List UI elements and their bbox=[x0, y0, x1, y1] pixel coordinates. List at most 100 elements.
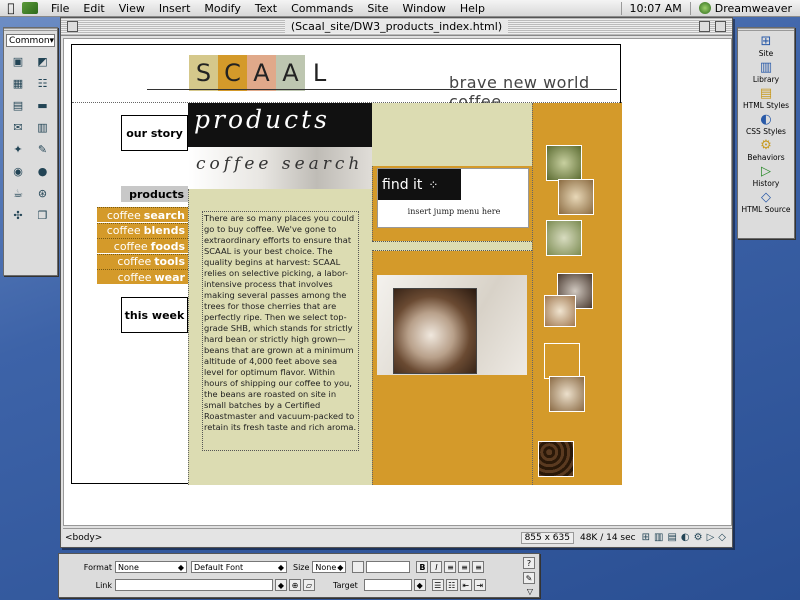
body-copy[interactable]: There are so many places you could go to… bbox=[202, 211, 359, 451]
expand-arrow-icon[interactable]: ▽ bbox=[527, 587, 533, 596]
browse-folder-icon[interactable]: ▱ bbox=[303, 579, 315, 591]
insert-server-side-include-icon[interactable]: ❐ bbox=[32, 206, 54, 225]
close-box-icon[interactable] bbox=[67, 21, 78, 32]
subnav-coffee-wear[interactable]: coffee wear bbox=[97, 269, 188, 284]
italic-icon[interactable]: I bbox=[430, 561, 443, 573]
menu-commands[interactable]: Commands bbox=[284, 2, 360, 15]
nav-this-week-button[interactable]: this week bbox=[121, 297, 188, 333]
coffee-beans-thumbnail[interactable] bbox=[538, 441, 574, 477]
insert-email-link-icon[interactable]: ✉ bbox=[7, 118, 29, 137]
tag-selector[interactable]: <body> bbox=[65, 533, 102, 543]
color-field[interactable] bbox=[366, 561, 411, 573]
launcher-titlebar[interactable] bbox=[738, 28, 794, 32]
espresso-thumbnail[interactable] bbox=[549, 376, 585, 412]
launcher-site[interactable]: ⊞ Site bbox=[738, 35, 794, 59]
insert-fireworks-icon[interactable]: ● bbox=[32, 162, 54, 181]
target-field[interactable] bbox=[363, 579, 412, 591]
indent-icon[interactable]: ⇥ bbox=[473, 579, 486, 591]
subnav-coffee-foods[interactable]: coffee foods bbox=[97, 238, 188, 253]
menu-view[interactable]: View bbox=[112, 2, 152, 15]
coffee-plant-thumbnail[interactable] bbox=[546, 220, 582, 256]
behaviors-icon[interactable]: ⚙ bbox=[694, 532, 703, 543]
coffee-cup-photo[interactable] bbox=[393, 288, 477, 374]
menu-file[interactable]: File bbox=[44, 2, 76, 15]
launcher-history[interactable]: ▷ History bbox=[738, 165, 794, 189]
html-source-icon: ◇ bbox=[761, 190, 771, 205]
menu-window[interactable]: Window bbox=[396, 2, 453, 15]
target-dropdown-icon[interactable]: ◆ bbox=[413, 579, 426, 591]
insert-image-icon[interactable]: ▣ bbox=[7, 52, 29, 71]
format-select[interactable]: None ◆ bbox=[115, 561, 187, 573]
insert-shockwave-icon[interactable]: ◉ bbox=[7, 162, 29, 181]
products-title: products bbox=[194, 105, 330, 134]
quick-tag-editor-icon[interactable]: ✎ bbox=[523, 572, 535, 584]
zoom-box-icon[interactable] bbox=[699, 21, 710, 32]
insert-table-icon[interactable]: ▦ bbox=[7, 74, 29, 93]
nav-our-story-button[interactable]: our story bbox=[121, 115, 188, 151]
subnav-coffee-tools[interactable]: coffee tools bbox=[97, 253, 188, 269]
insert-plugin-icon[interactable]: ✣ bbox=[7, 206, 29, 225]
align-left-icon[interactable]: ≡ bbox=[444, 561, 457, 573]
coffee-leaves-thumbnail[interactable] bbox=[546, 145, 582, 181]
history-icon[interactable]: ▷ bbox=[707, 532, 715, 543]
html-styles-icon[interactable]: ▤ bbox=[667, 532, 676, 543]
site-icon[interactable]: ⊞ bbox=[642, 532, 650, 543]
subnav-coffee-blends[interactable]: coffee blends bbox=[97, 222, 188, 238]
point-to-file-icon[interactable]: ⊕ bbox=[289, 579, 301, 591]
menu-help[interactable]: Help bbox=[453, 2, 492, 15]
launcher-behaviors[interactable]: ⚙ Behaviors bbox=[738, 139, 794, 163]
menubar-clock[interactable]: 10:07 AM bbox=[620, 1, 690, 15]
html-source-icon[interactable]: ◇ bbox=[718, 532, 726, 543]
scaal-logo[interactable]: S C A A L bbox=[189, 55, 334, 91]
library-icon[interactable]: ▥ bbox=[654, 532, 663, 543]
jump-menu-placeholder[interactable]: insert jump menu here bbox=[378, 207, 530, 216]
insert-rollover-icon[interactable]: ◩ bbox=[32, 52, 54, 71]
launcher-html-source[interactable]: ◇ HTML Source bbox=[738, 190, 794, 215]
menu-edit[interactable]: Edit bbox=[76, 2, 111, 15]
outdent-icon[interactable]: ⇤ bbox=[459, 579, 472, 591]
collapse-box-icon[interactable] bbox=[715, 21, 726, 32]
application-switcher[interactable]: Dreamweaver bbox=[689, 1, 800, 15]
apple-menu-icon[interactable]:  bbox=[0, 1, 22, 15]
insert-comment-icon[interactable]: ✎ bbox=[32, 140, 54, 159]
insert-horizontal-rule-icon[interactable]: ▬ bbox=[32, 96, 54, 115]
ordered-list-icon[interactable]: ☷ bbox=[445, 579, 458, 591]
css-styles-icon[interactable]: ◐ bbox=[681, 532, 690, 543]
objects-category-select[interactable]: Common ▾ bbox=[6, 34, 55, 47]
coffee-cup-thumbnail[interactable] bbox=[544, 295, 576, 327]
coffee-drinker-thumbnail[interactable] bbox=[558, 179, 594, 215]
empty-thumbnail-frame[interactable] bbox=[544, 343, 580, 379]
chevron-down-icon: ◆ bbox=[277, 562, 284, 572]
launcher-css-styles[interactable]: ◐ CSS Styles bbox=[738, 113, 794, 137]
application-icon[interactable] bbox=[22, 2, 38, 14]
palette-titlebar[interactable] bbox=[4, 28, 57, 32]
menu-insert[interactable]: Insert bbox=[152, 2, 198, 15]
menu-text[interactable]: Text bbox=[248, 2, 284, 15]
link-field[interactable] bbox=[115, 579, 273, 591]
align-right-icon[interactable]: ≡ bbox=[472, 561, 485, 573]
insert-applet-icon[interactable]: ☕ bbox=[7, 184, 29, 203]
insert-flash-icon[interactable]: ✦ bbox=[7, 140, 29, 159]
document-titlebar[interactable]: (Scaal_site/DW3_products_index.html) bbox=[61, 18, 732, 36]
nav-products-button[interactable]: products bbox=[121, 186, 188, 202]
link-history-icon[interactable]: ◆ bbox=[275, 579, 287, 591]
bold-icon[interactable]: B bbox=[416, 561, 429, 573]
menu-site[interactable]: Site bbox=[360, 2, 395, 15]
unordered-list-icon[interactable]: ☰ bbox=[431, 579, 444, 591]
insert-date-icon[interactable]: ▥ bbox=[32, 118, 54, 137]
align-center-icon[interactable]: ≡ bbox=[458, 561, 471, 573]
help-icon[interactable]: ? bbox=[523, 557, 535, 569]
insert-activex-icon[interactable]: ⊛ bbox=[32, 184, 54, 203]
insert-navbar-icon[interactable]: ▤ bbox=[7, 96, 29, 115]
menu-modify[interactable]: Modify bbox=[197, 2, 247, 15]
launcher-library[interactable]: ▥ Library bbox=[738, 61, 794, 85]
launcher-html-styles[interactable]: ▤ HTML Styles bbox=[738, 87, 794, 111]
window-size-menu[interactable]: 855 x 635 bbox=[520, 531, 574, 544]
text-color-swatch[interactable] bbox=[352, 561, 365, 573]
page-layout-table[interactable]: S C A A L brave new world coffee our sto… bbox=[71, 44, 622, 485]
font-select[interactable]: Default Font ◆ bbox=[191, 561, 287, 573]
design-canvas[interactable]: S C A A L brave new world coffee our sto… bbox=[63, 38, 732, 526]
insert-tabular-data-icon[interactable]: ☷ bbox=[32, 74, 54, 93]
size-select[interactable]: None ◆ bbox=[312, 561, 347, 573]
subnav-coffee-search[interactable]: coffee search bbox=[97, 207, 188, 222]
